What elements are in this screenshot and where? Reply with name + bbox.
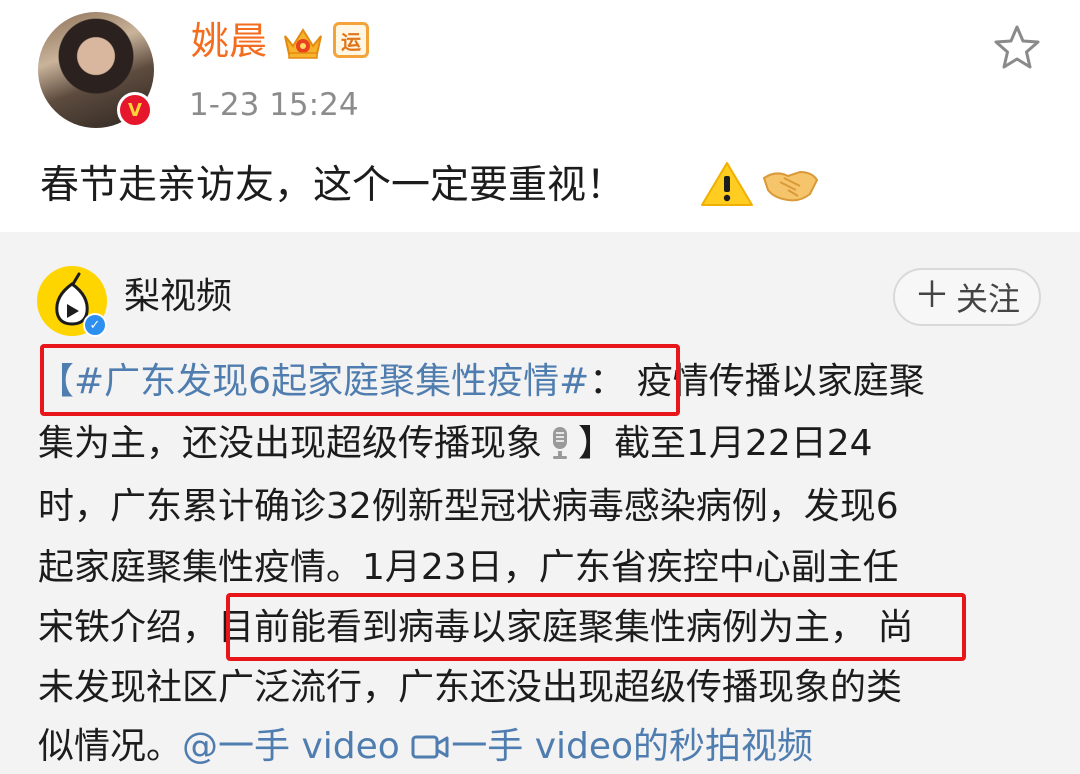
yun-badge: 运 <box>333 22 369 58</box>
author-name[interactable]: 姚晨 <box>191 17 267 65</box>
line5-text-a: 宋铁介绍， <box>38 607 219 648</box>
repost-line-6: 未发现社区广泛流行，广东还没出现超级传播现象的类 <box>38 667 903 708</box>
line2-text-b: 】截至1月22日24 <box>578 423 873 464</box>
plus-icon: ＋ <box>913 274 950 316</box>
line2-text-a: 集为主，还没出现超级传播现象 <box>38 423 543 464</box>
repost-line-2: 集为主，还没出现超级传播现象 】截至1月22日24 <box>38 418 873 470</box>
video-camera-icon <box>411 735 449 759</box>
line7-text: 似情况。 <box>38 726 183 767</box>
mention-link[interactable]: @一手 video <box>182 726 400 767</box>
post-text: 春节走亲访友，这个一定要重视！ <box>40 163 626 208</box>
source-verified-icon: ✓ <box>83 313 107 337</box>
post-timestamp: 1-23 15:24 <box>189 87 359 123</box>
star-icon[interactable] <box>992 24 1042 70</box>
repost-line-3: 时，广东累计确诊32例新型冠状病毒感染病例，发现6 <box>38 486 899 527</box>
verified-badge-label: V <box>128 99 142 121</box>
repost-line-4: 起家庭聚集性疫情。1月23日，广东省疾控中心副主任 <box>38 547 899 588</box>
video-link-text[interactable]: 一手 video的秒拍视频 <box>451 726 813 767</box>
repost-line-7: 似情况。@一手 video 一手 video的秒拍视频 <box>38 721 813 773</box>
source-name[interactable]: 梨视频 <box>124 272 232 322</box>
verified-badge: V <box>117 92 153 128</box>
highlight-box-quote <box>226 593 966 661</box>
warning-icon <box>701 162 753 206</box>
highlight-box-hashtag <box>40 344 680 416</box>
handshake-icon <box>762 170 819 202</box>
follow-label: 关注 <box>956 280 1021 318</box>
microphone-icon <box>553 427 568 459</box>
follow-button[interactable]: ＋ 关注 <box>893 268 1041 326</box>
crown-icon <box>284 28 322 59</box>
video-link[interactable]: 一手 video的秒拍视频 <box>411 726 813 767</box>
